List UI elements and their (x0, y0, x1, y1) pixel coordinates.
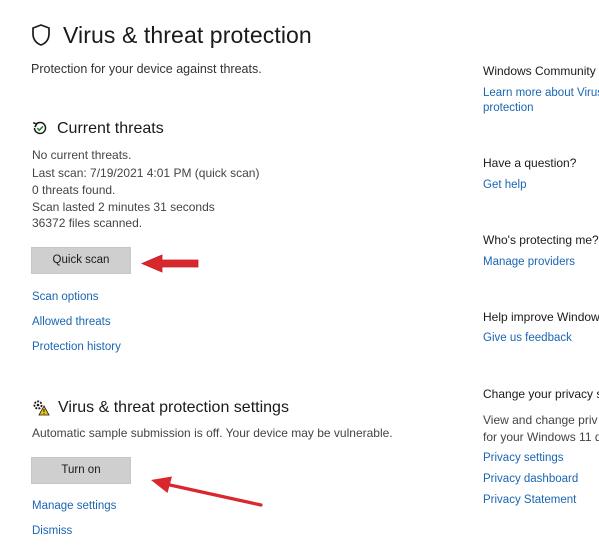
give-feedback-link[interactable]: Give us feedback (483, 331, 572, 346)
improve-heading: Help improve Window (483, 310, 599, 324)
protecting-heading: Who's protecting me? (483, 233, 599, 247)
question-heading: Have a question? (483, 156, 577, 170)
learn-more-link[interactable]: Learn more about Virus (483, 86, 599, 101)
community-heading: Windows Community (483, 64, 596, 78)
settings-warning-text: Automatic sample submission is off. Your… (32, 426, 393, 440)
settings-title: Virus & threat protection settings (58, 399, 289, 416)
protection-history-link[interactable]: Protection history (32, 341, 121, 353)
allowed-threats-link[interactable]: Allowed threats (32, 316, 111, 328)
learn-more-link-continued[interactable]: protection (483, 101, 534, 116)
last-scan-text: Last scan: 7/19/2021 4:01 PM (quick scan… (32, 166, 260, 180)
arrow-annotation-quick-scan (140, 254, 199, 273)
threats-found-text: 0 threats found. (32, 183, 116, 197)
privacy-text-line2: for your Windows 11 d (483, 430, 599, 444)
privacy-statement-link[interactable]: Privacy Statement (483, 493, 576, 508)
manage-settings-link[interactable]: Manage settings (32, 500, 116, 512)
turn-on-button[interactable]: Turn on (31, 457, 131, 484)
privacy-text-line1: View and change priv (483, 413, 598, 427)
get-help-link[interactable]: Get help (483, 178, 526, 193)
manage-providers-link[interactable]: Manage providers (483, 255, 575, 270)
page-subtitle: Protection for your device against threa… (31, 62, 262, 76)
privacy-settings-link[interactable]: Privacy settings (483, 451, 564, 466)
privacy-dashboard-link[interactable]: Privacy dashboard (483, 472, 578, 487)
current-threats-title: Current threats (57, 120, 164, 137)
shield-icon (31, 23, 51, 52)
page-title: Virus & threat protection (63, 22, 312, 48)
status-text: No current threats. (32, 148, 132, 162)
quick-scan-button[interactable]: Quick scan (31, 247, 131, 274)
files-scanned-text: 36372 files scanned. (32, 216, 143, 230)
dismiss-link[interactable]: Dismiss (32, 525, 72, 537)
scan-history-icon (31, 119, 49, 142)
gear-warning-icon (32, 399, 50, 422)
scan-duration-text: Scan lasted 2 minutes 31 seconds (32, 200, 215, 214)
privacy-heading: Change your privacy s (483, 387, 599, 401)
arrow-annotation-turn-on (151, 476, 263, 507)
scan-options-link[interactable]: Scan options (32, 291, 99, 303)
